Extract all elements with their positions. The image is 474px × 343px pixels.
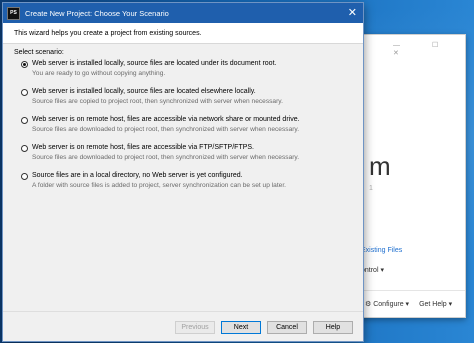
- dialog-header: This wizard helps you create a project f…: [3, 23, 363, 44]
- cancel-button[interactable]: Cancel: [267, 321, 307, 334]
- chevron-down-icon: ▾: [405, 301, 410, 308]
- scenario-option-description: Source files are downloaded to project r…: [32, 126, 300, 133]
- radio-button[interactable]: [21, 117, 28, 124]
- scenario-option-label: Web server is installed locally, source …: [32, 60, 277, 67]
- scenario-option: Source files are in a local directory, n…: [14, 172, 352, 189]
- configure-menu[interactable]: ⚙ Configure ▾: [365, 300, 409, 308]
- button-separator: [3, 311, 363, 312]
- create-project-dialog: PS Create New Project: Choose Your Scena…: [2, 2, 364, 342]
- scenario-option-row[interactable]: Source files are in a local directory, n…: [14, 172, 352, 180]
- dialog-titlebar[interactable]: PS Create New Project: Choose Your Scena…: [3, 3, 363, 23]
- close-icon[interactable]: ✕: [348, 6, 357, 19]
- scenario-option: Web server is on remote host, files are …: [14, 144, 352, 161]
- radio-button-selected[interactable]: [21, 61, 28, 68]
- scenario-option: Web server is on remote host, files are …: [14, 116, 352, 133]
- scenario-option-label: Web server is on remote host, files are …: [32, 144, 254, 151]
- chevron-down-icon: ▾: [380, 267, 384, 274]
- window-controls[interactable]: — ☐ ✕: [393, 41, 465, 57]
- gear-icon: ⚙: [365, 301, 372, 308]
- radio-button[interactable]: [21, 145, 28, 152]
- open-existing-files-label: Existing Files: [361, 247, 403, 254]
- help-button[interactable]: Help: [313, 321, 353, 334]
- previous-button[interactable]: Previous: [175, 321, 215, 334]
- configure-label: Configure: [373, 301, 404, 308]
- welcome-title-fragment: m: [369, 151, 391, 181]
- scenario-option-label: Web server is on remote host, files are …: [32, 116, 300, 123]
- version-control-menu[interactable]: ontrol ▾: [361, 266, 384, 274]
- scenario-option-description: You are ready to go without copying anyt…: [32, 70, 166, 77]
- scenario-option: Web server is installed locally, source …: [14, 88, 352, 105]
- phpstorm-app-icon: PS: [7, 6, 20, 20]
- scenario-option-description: Source files are copied to project root,…: [32, 98, 283, 105]
- scenario-option-description: Source files are downloaded to project r…: [32, 154, 300, 161]
- radio-button[interactable]: [21, 173, 28, 180]
- scenario-option-row[interactable]: Web server is installed locally, source …: [14, 60, 352, 68]
- scenario-option-row[interactable]: Web server is installed locally, source …: [14, 88, 352, 96]
- chevron-down-icon: ▾: [448, 301, 453, 308]
- scenario-option-row[interactable]: Web server is on remote host, files are …: [14, 116, 352, 124]
- scenario-option-label: Source files are in a local directory, n…: [32, 172, 243, 179]
- scenario-option: Web server is installed locally, source …: [14, 60, 352, 77]
- scenario-content: Select scenario: Web server is installed…: [3, 44, 363, 189]
- header-text: This wizard helps you create a project f…: [14, 29, 202, 37]
- radio-button[interactable]: [21, 89, 28, 96]
- get-help-label: Get Help: [419, 301, 447, 308]
- select-scenario-label: Select scenario:: [14, 49, 64, 56]
- dialog-title: Create New Project: Choose Your Scenario: [25, 8, 169, 18]
- open-existing-files-link[interactable]: Existing Files: [361, 247, 402, 254]
- scenario-option-description: A folder with source files is added to p…: [32, 182, 286, 189]
- get-help-menu[interactable]: Get Help ▾: [419, 300, 452, 308]
- next-button[interactable]: Next: [221, 321, 261, 334]
- dialog-buttons: Previous Next Cancel Help: [175, 321, 353, 334]
- version-fragment: 1: [369, 185, 373, 192]
- scenario-option-row[interactable]: Web server is on remote host, files are …: [14, 144, 352, 152]
- scenario-option-label: Web server is installed locally, source …: [32, 88, 256, 95]
